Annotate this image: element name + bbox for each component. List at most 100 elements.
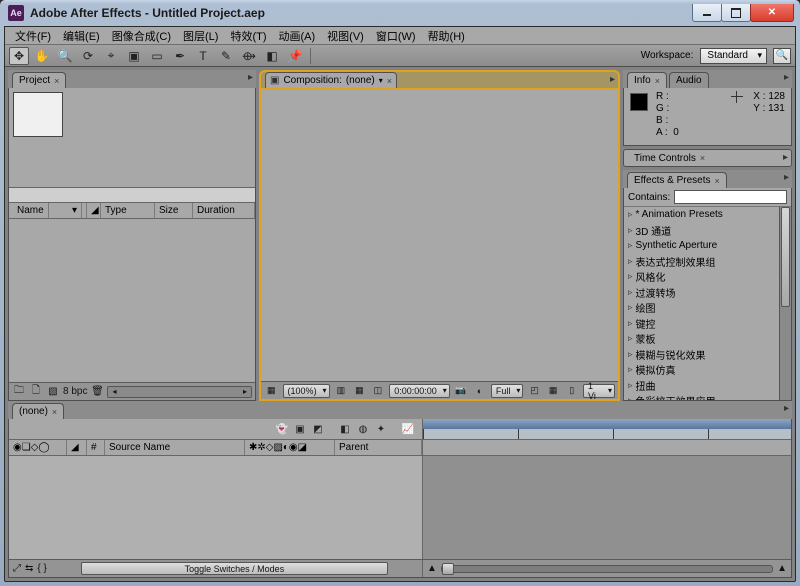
timeline-zoom-slider[interactable] bbox=[441, 565, 773, 573]
puppet-tool-icon[interactable]: 📌 bbox=[285, 47, 305, 65]
resolution-dropdown[interactable]: Full bbox=[491, 384, 524, 398]
bpc-toggle[interactable]: 8 bpc bbox=[63, 386, 87, 397]
safe-zones-icon[interactable]: ▥ bbox=[334, 384, 349, 398]
anchor-tool-icon[interactable]: ▣ bbox=[124, 47, 144, 65]
col-name[interactable]: Name▾ bbox=[9, 203, 87, 218]
menu-composition[interactable]: 图像合成(C) bbox=[106, 27, 177, 45]
close-icon[interactable]: × bbox=[54, 76, 59, 86]
show-channel-icon[interactable]: ◐ bbox=[472, 384, 487, 398]
effects-category-item[interactable]: 绘图 bbox=[624, 300, 791, 316]
draft3d-icon[interactable]: ◩ bbox=[310, 421, 326, 437]
effects-category-item[interactable]: 模糊与锐化效果 bbox=[624, 347, 791, 363]
close-icon[interactable]: × bbox=[387, 76, 392, 86]
frame-blend-icon[interactable]: ◧ bbox=[337, 421, 353, 437]
tab-project[interactable]: Project × bbox=[12, 72, 66, 88]
effects-category-item[interactable]: 风格化 bbox=[624, 269, 791, 285]
workspace-select[interactable]: Standard bbox=[700, 48, 767, 64]
clone-tool-icon[interactable]: ⟴ bbox=[239, 47, 259, 65]
menu-view[interactable]: 视图(V) bbox=[321, 27, 370, 45]
graph-editor-icon[interactable]: 📈 bbox=[400, 421, 416, 437]
camera-tool-icon[interactable]: ⌖ bbox=[101, 47, 121, 65]
menu-help[interactable]: 帮助(H) bbox=[422, 27, 471, 45]
tl-expand-icon[interactable]: ⤢ bbox=[13, 563, 21, 574]
effects-category-item[interactable]: 表达式控制效果组 bbox=[624, 254, 791, 270]
transparency-grid-icon[interactable]: ▦ bbox=[546, 384, 561, 398]
close-icon[interactable]: × bbox=[700, 153, 705, 163]
view3d-icon[interactable]: ▯ bbox=[564, 384, 579, 398]
timeline-layer-list[interactable] bbox=[9, 456, 423, 559]
hand-tool-icon[interactable]: ✋ bbox=[32, 47, 52, 65]
tl-toggle-switches-icon[interactable]: ⇆ bbox=[25, 563, 33, 574]
source-name-header[interactable]: Source Name bbox=[105, 440, 245, 455]
motion-blur-icon[interactable]: ◍ bbox=[355, 421, 371, 437]
eraser-tool-icon[interactable]: ◧ bbox=[262, 47, 282, 65]
zoom-out-icon[interactable]: ▲ bbox=[427, 563, 437, 574]
close-button[interactable] bbox=[750, 4, 794, 22]
effects-category-item[interactable]: * Animation Presets bbox=[624, 207, 791, 223]
panel-flyout-icon[interactable]: ▸ bbox=[783, 152, 788, 163]
always-preview-icon[interactable]: ▦ bbox=[264, 384, 279, 398]
label-header-icon[interactable]: ◢ bbox=[67, 440, 87, 455]
col-type[interactable]: Type bbox=[101, 203, 155, 218]
close-icon[interactable]: × bbox=[655, 76, 660, 86]
zoom-in-icon[interactable]: ▲ bbox=[777, 563, 787, 574]
time-ruler[interactable] bbox=[423, 419, 791, 439]
comp-flowchart-icon[interactable]: ▣ bbox=[292, 421, 308, 437]
menu-animation[interactable]: 动画(A) bbox=[273, 27, 322, 45]
effects-category-item[interactable]: 扭曲 bbox=[624, 378, 791, 394]
close-icon[interactable]: × bbox=[52, 407, 57, 417]
effects-category-item[interactable]: 3D 通道 bbox=[624, 223, 791, 239]
menu-layer[interactable]: 图层(L) bbox=[177, 27, 224, 45]
roi-icon[interactable]: ◰ bbox=[527, 384, 542, 398]
effects-category-item[interactable]: 过渡转场 bbox=[624, 285, 791, 301]
scrollbar-thumb[interactable] bbox=[781, 207, 790, 307]
new-folder-icon[interactable]: 🗋 bbox=[29, 385, 43, 399]
panel-flyout-icon[interactable]: ▸ bbox=[248, 72, 253, 83]
effects-scrollbar[interactable] bbox=[779, 207, 791, 400]
effects-category-item[interactable]: Synthetic Aperture bbox=[624, 238, 791, 254]
index-header[interactable]: # bbox=[87, 440, 105, 455]
tab-effects-presets[interactable]: Effects & Presets× bbox=[627, 172, 727, 188]
effects-category-item[interactable]: 蒙板 bbox=[624, 331, 791, 347]
tab-info[interactable]: Info× bbox=[627, 72, 667, 88]
search-help-icon[interactable]: 🔍 bbox=[773, 48, 791, 64]
parent-header[interactable]: Parent bbox=[335, 440, 422, 455]
panel-flyout-icon[interactable]: ▸ bbox=[784, 403, 789, 414]
project-filter-row[interactable] bbox=[9, 187, 255, 203]
timeline-tracks[interactable] bbox=[423, 456, 791, 559]
rotate-tool-icon[interactable]: ⟳ bbox=[78, 47, 98, 65]
trash-icon[interactable]: 🗑 bbox=[90, 385, 104, 399]
shy-icon[interactable]: 👻 bbox=[274, 421, 290, 437]
interpret-footage-icon[interactable]: 🗀 bbox=[12, 385, 26, 399]
menu-edit[interactable]: 编辑(E) bbox=[57, 27, 106, 45]
panel-flyout-icon[interactable]: ▸ bbox=[610, 74, 615, 85]
col-duration[interactable]: Duration bbox=[193, 203, 255, 218]
zoom-dropdown[interactable]: (100%) bbox=[283, 384, 330, 398]
effects-category-item[interactable]: 色彩校正效果应用 bbox=[624, 393, 791, 400]
grid-icon[interactable]: ▦ bbox=[352, 384, 367, 398]
panel-flyout-icon[interactable]: ▸ bbox=[784, 172, 789, 183]
close-icon[interactable]: × bbox=[715, 176, 720, 186]
effects-search-input[interactable] bbox=[674, 190, 787, 204]
col-size[interactable]: Size bbox=[155, 203, 193, 218]
timecode-dropdown[interactable]: 0:00:00:00 bbox=[389, 384, 450, 398]
slider-thumb[interactable] bbox=[442, 563, 454, 575]
project-hscroll[interactable]: ◂▸ bbox=[107, 386, 252, 398]
menu-effect[interactable]: 特效(T) bbox=[224, 27, 272, 45]
brush-tool-icon[interactable]: ✎ bbox=[216, 47, 236, 65]
effects-category-item[interactable]: 键控 bbox=[624, 316, 791, 332]
snapshot-icon[interactable]: 📷 bbox=[454, 384, 469, 398]
tl-inout-icon[interactable]: { } bbox=[37, 563, 46, 574]
text-tool-icon[interactable]: T bbox=[193, 47, 213, 65]
panel-flyout-icon[interactable]: ▸ bbox=[784, 72, 789, 83]
selection-tool-icon[interactable]: ✥ bbox=[9, 47, 29, 65]
effects-presets-list[interactable]: * Animation Presets3D 通道Synthetic Apertu… bbox=[624, 207, 791, 400]
zoom-tool-icon[interactable]: 🔍 bbox=[55, 47, 75, 65]
pen-tool-icon[interactable]: ✒ bbox=[170, 47, 190, 65]
view-layout-dropdown[interactable]: 1 Vi bbox=[583, 384, 615, 398]
maximize-button[interactable] bbox=[721, 4, 751, 22]
titlebar[interactable]: Ae Adobe After Effects - Untitled Projec… bbox=[4, 0, 796, 26]
minimize-button[interactable] bbox=[692, 4, 722, 22]
tab-audio[interactable]: Audio bbox=[669, 72, 709, 88]
brainstorm-icon[interactable]: ✦ bbox=[373, 421, 389, 437]
